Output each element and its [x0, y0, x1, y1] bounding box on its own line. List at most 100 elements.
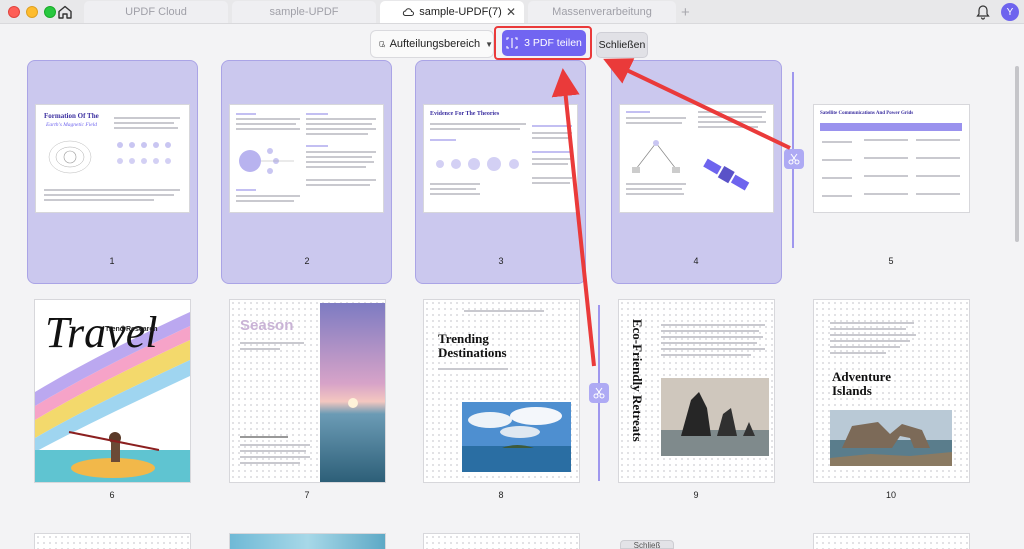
text-line: [532, 132, 572, 134]
scissors-icon[interactable]: [784, 149, 804, 169]
text-line: [661, 330, 759, 332]
text-line: [661, 354, 751, 356]
text-line: [864, 139, 908, 141]
close-window-button[interactable]: [8, 6, 20, 18]
page-thumbnail-5[interactable]: Satellite Communications And Power Grids: [814, 105, 969, 212]
text-line: [626, 183, 686, 185]
text-line: [236, 113, 256, 115]
text-line: [532, 163, 568, 165]
text-line: [626, 117, 686, 119]
text-line: [306, 184, 370, 186]
page-1-title: Formation Of The: [44, 112, 99, 120]
tab-sample-updf-7[interactable]: sample-UPDF(7) ✕: [380, 1, 524, 23]
text-line: [430, 193, 480, 195]
page-thumbnail-13[interactable]: [424, 534, 579, 549]
text-line: [916, 175, 960, 177]
tab-updf-cloud[interactable]: UPDF Cloud: [84, 1, 228, 23]
text-line: [532, 158, 572, 160]
tab-label: Massenverarbeitung: [552, 6, 652, 18]
page-number-6: 6: [109, 490, 115, 500]
page-5-title: Satellite Communications And Power Grids: [820, 111, 914, 116]
text-line: [236, 123, 296, 125]
avatar[interactable]: Y: [1001, 3, 1019, 21]
text-line: [916, 193, 960, 195]
text-line: [532, 177, 572, 179]
zoom-window-button[interactable]: [44, 6, 56, 18]
page-number-3: 3: [498, 256, 504, 266]
bell-icon[interactable]: [976, 4, 990, 20]
page-thumbnail-7[interactable]: Season: [230, 300, 385, 482]
page-9-title: Eco-Friendly Retreats: [629, 318, 645, 442]
split-toolbar: Aufteilungsbereich ▼ 3 PDF teilen Schlie…: [0, 24, 1024, 64]
page-thumbnail-9[interactable]: Eco-Friendly Retreats: [619, 300, 774, 482]
text-line: [864, 175, 908, 177]
text-line: [306, 156, 372, 158]
page-number-2: 2: [304, 256, 310, 266]
page-number-4: 4: [693, 256, 699, 266]
tab-close-icon[interactable]: ✕: [506, 5, 516, 19]
tab-label: sample-UPDF(7): [419, 6, 502, 18]
text-line: [916, 157, 960, 159]
text-line: [430, 183, 480, 185]
page-number-1: 1: [109, 256, 115, 266]
page-thumbnail-11[interactable]: [35, 534, 190, 549]
tab-massenverarbeitung[interactable]: Massenverarbeitung: [528, 1, 676, 23]
text-line: [306, 179, 376, 181]
sea-stacks-photo: [661, 378, 769, 456]
text-line: [822, 177, 852, 179]
text-line: [306, 123, 372, 125]
text-line: [306, 161, 374, 163]
text-line: [236, 200, 294, 202]
bottom-close-pill[interactable]: Schließ: [620, 540, 674, 549]
window-titlebar: UPDF Cloud sample-UPDF sample-UPDF(7) ✕ …: [0, 0, 1024, 24]
page-number-10: 10: [885, 490, 896, 500]
text-line: [236, 118, 300, 120]
scissors-icon[interactable]: [589, 383, 609, 403]
split-pdf-button[interactable]: 3 PDF teilen: [502, 30, 586, 56]
text-line: [240, 456, 310, 458]
text-line: [661, 336, 763, 338]
text-line: [44, 199, 154, 201]
text-line: [661, 324, 765, 326]
page-thumbnail-6[interactable]: Travel Trend Research: [35, 300, 190, 482]
earth-orbit-diagram: [239, 148, 294, 174]
text-line: [698, 121, 766, 123]
home-icon[interactable]: [56, 3, 74, 21]
text-line: [114, 127, 178, 129]
page-thumbnail-15[interactable]: [814, 534, 969, 549]
text-line: [236, 128, 300, 130]
minimize-window-button[interactable]: [26, 6, 38, 18]
text-line: [306, 145, 328, 147]
page-thumbnail-10[interactable]: Adventure Islands: [814, 300, 969, 482]
ocean-island-photo: [462, 402, 571, 472]
page-number-5: 5: [888, 256, 894, 266]
page-thumbnail-12[interactable]: [230, 534, 385, 549]
tab-sample-updf[interactable]: sample-UPDF: [232, 1, 376, 23]
text-line: [306, 166, 366, 168]
page-thumbnail-2[interactable]: [230, 105, 383, 212]
page-thumbnail-1[interactable]: Formation Of The Earth's Magnetic Field: [36, 105, 189, 212]
new-tab-plus-icon[interactable]: +: [681, 4, 690, 21]
split-area-label: Aufteilungsbereich: [389, 38, 481, 50]
text-line: [464, 310, 544, 312]
page-thumbnail-8[interactable]: Trending Destinations: [424, 300, 579, 482]
tab-label: UPDF Cloud: [125, 6, 187, 18]
text-line: [114, 122, 174, 124]
close-button[interactable]: Schließen: [596, 32, 648, 58]
text-line: [822, 141, 852, 143]
page-thumbnail-3[interactable]: Evidence For The Theories: [424, 105, 577, 212]
satellite-illustration: [703, 158, 750, 191]
planet-sizes-graphic: [436, 157, 519, 171]
split-icon: [506, 37, 518, 49]
page-6-title: Travel: [45, 308, 158, 357]
text-line: [830, 334, 916, 336]
vertical-scrollbar[interactable]: [1015, 66, 1019, 242]
text-line: [532, 137, 570, 139]
split-area-dropdown[interactable]: Aufteilungsbereich ▼: [370, 30, 494, 58]
text-line: [240, 342, 304, 344]
signal-diagram: [632, 140, 680, 173]
page-number-7: 7: [304, 490, 310, 500]
text-line: [240, 436, 288, 438]
text-line: [236, 195, 300, 197]
page-thumbnail-4[interactable]: [620, 105, 773, 212]
